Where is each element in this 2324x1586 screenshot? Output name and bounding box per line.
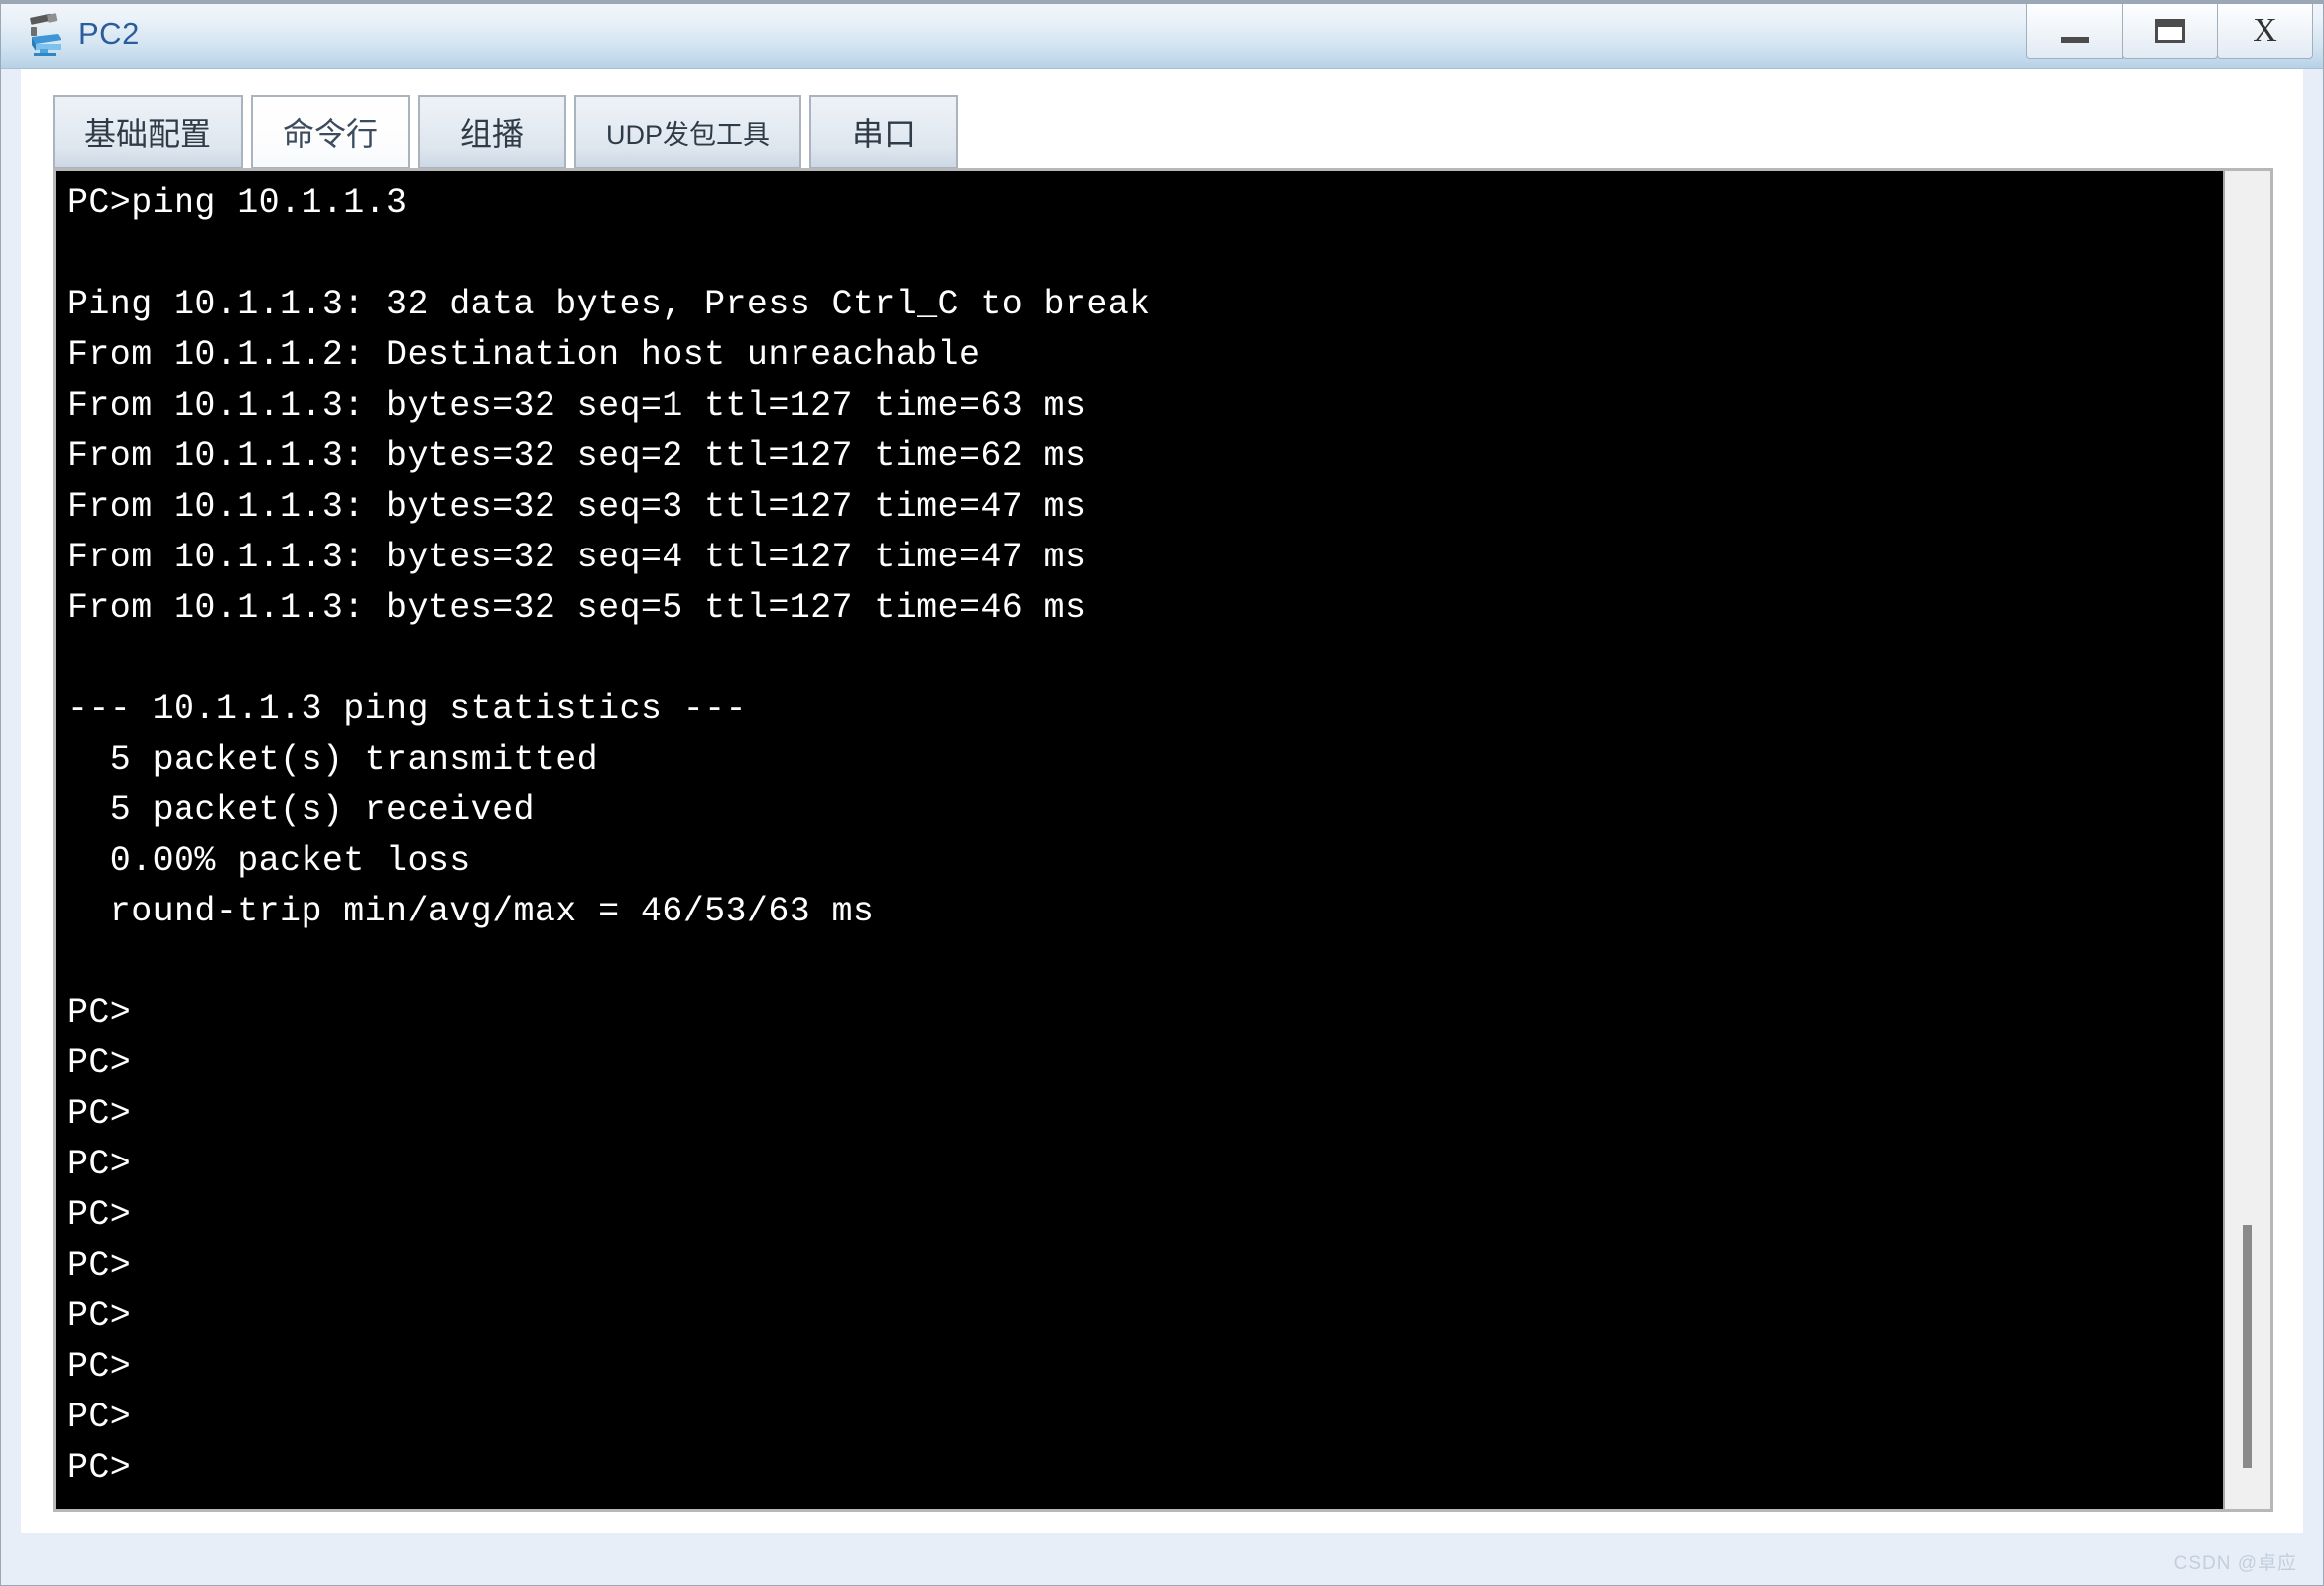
content-panel: 基础配置 命令行 组播 UDP发包工具 串口 PC>ping 10.1.1.3 …	[21, 69, 2303, 1533]
terminal-line: From 10.1.1.3: bytes=32 seq=5 ttl=127 ti…	[67, 588, 1087, 628]
terminal-line: From 10.1.1.3: bytes=32 seq=1 ttl=127 ti…	[67, 386, 1087, 426]
pc2-window: PC2 X 基础配置 命令行 组播 UDP发包工具 串口 PC>ping 10.…	[0, 0, 2324, 1586]
maximize-icon	[2154, 19, 2185, 43]
terminal-line: Ping 10.1.1.3: 32 data bytes, Press Ctrl…	[67, 285, 1151, 324]
terminal-container: PC>ping 10.1.1.3 Ping 10.1.1.3: 32 data …	[53, 168, 2273, 1512]
client-area: 基础配置 命令行 组播 UDP发包工具 串口 PC>ping 10.1.1.3 …	[1, 69, 2323, 1585]
terminal-line: PC>	[67, 1043, 132, 1083]
terminal-output[interactable]: PC>ping 10.1.1.3 Ping 10.1.1.3: 32 data …	[56, 171, 2223, 1509]
watermark: CSDN @卓应	[2173, 1553, 2297, 1574]
tab-serial-port[interactable]: 串口	[809, 95, 959, 169]
terminal-line: PC>	[67, 1145, 132, 1184]
window-controls: X	[2026, 4, 2313, 63]
terminal-line: PC>	[67, 1094, 132, 1134]
terminal-line: From 10.1.1.3: bytes=32 seq=4 ttl=127 ti…	[67, 538, 1087, 577]
tab-label: 组播	[460, 116, 525, 152]
minimize-icon	[2060, 37, 2089, 43]
title-bar-left: PC2	[1, 1, 140, 68]
title-bar: PC2 X	[1, 1, 2323, 69]
terminal-line: 5 packet(s) received	[67, 791, 535, 830]
tab-bar: 基础配置 命令行 组播 UDP发包工具 串口	[53, 91, 959, 169]
tab-label: 串口	[852, 116, 917, 152]
scrollbar-thumb[interactable]	[2243, 1225, 2252, 1468]
terminal-line: From 10.1.1.3: bytes=32 seq=3 ttl=127 ti…	[67, 487, 1087, 527]
window-title: PC2	[78, 15, 140, 51]
terminal-line: From 10.1.1.3: bytes=32 seq=2 ttl=127 ti…	[67, 436, 1087, 476]
tab-label: 命令行	[283, 116, 379, 152]
maximize-button[interactable]	[2122, 4, 2218, 59]
terminal-line: PC>	[67, 1347, 132, 1387]
terminal-line: 5 packet(s) transmitted	[67, 740, 599, 780]
terminal-line: PC>ping 10.1.1.3	[67, 183, 408, 223]
tab-command-line[interactable]: 命令行	[251, 95, 411, 169]
tab-label: 基础配置	[84, 116, 212, 152]
tab-udp-packet-tool[interactable]: UDP发包工具	[574, 95, 802, 169]
tab-basic-config[interactable]: 基础配置	[53, 95, 244, 169]
minimize-button[interactable]	[2026, 4, 2123, 59]
terminal-line: From 10.1.1.2: Destination host unreacha…	[67, 335, 981, 375]
terminal-line: PC>	[67, 993, 132, 1033]
terminal-line: PC>	[67, 1448, 132, 1488]
terminal-line: 0.00% packet loss	[67, 841, 471, 881]
terminal-line: round-trip min/avg/max = 46/53/63 ms	[67, 892, 875, 931]
terminal-line: PC>	[67, 1398, 132, 1437]
tab-multicast[interactable]: 组播	[418, 95, 567, 169]
vertical-scrollbar[interactable]	[2223, 171, 2270, 1509]
pc-workstation-icon	[22, 13, 65, 57]
tab-label: UDP发包工具	[606, 119, 771, 150]
close-button[interactable]: X	[2217, 4, 2313, 59]
terminal-line: --- 10.1.1.3 ping statistics ---	[67, 689, 747, 729]
terminal-line: PC>	[67, 1195, 132, 1235]
terminal-line: PC>	[67, 1296, 132, 1336]
terminal-line: PC>	[67, 1246, 132, 1285]
close-icon: X	[2253, 12, 2277, 49]
